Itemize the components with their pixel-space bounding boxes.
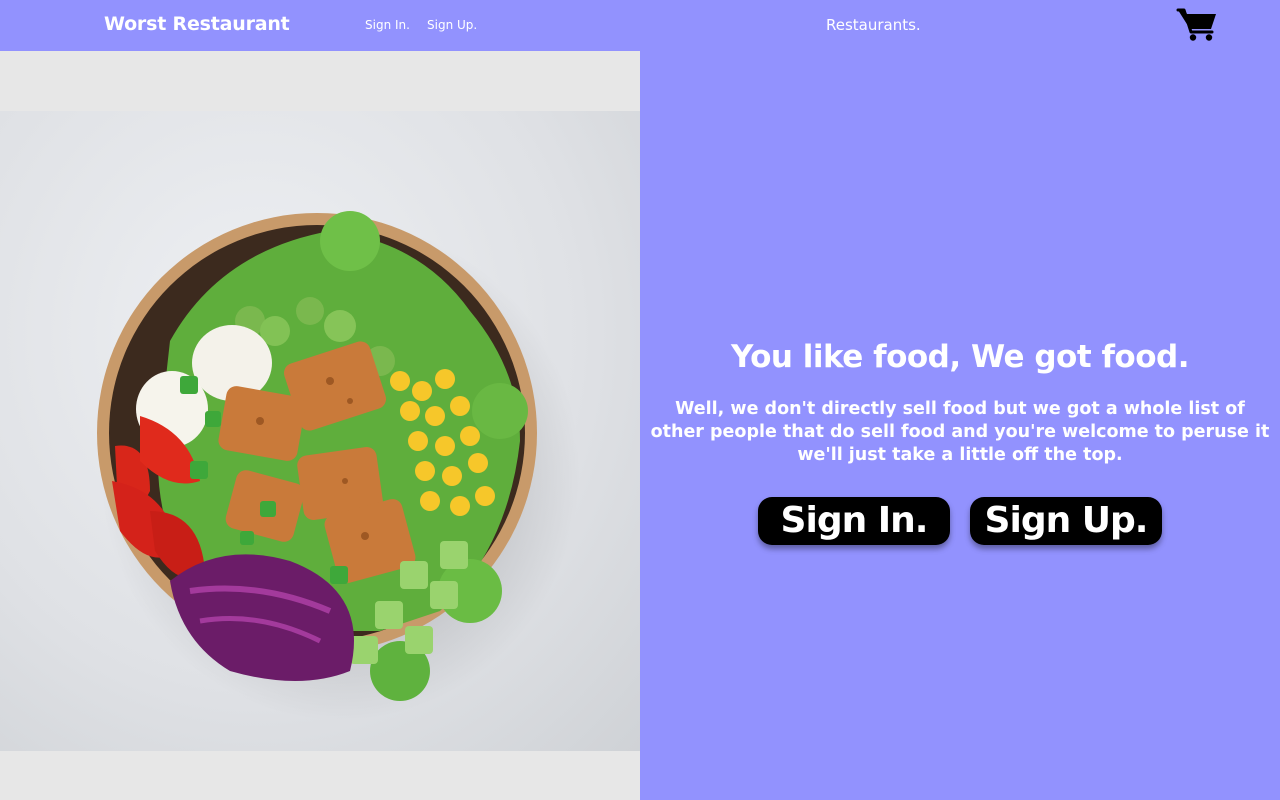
nav-sign-in-link[interactable]: Sign In. (365, 18, 410, 32)
nav-sign-up-link[interactable]: Sign Up. (427, 18, 477, 32)
hero-content-panel: You like food, We got food. Well, we don… (640, 51, 1280, 800)
shopping-cart-icon[interactable] (1176, 7, 1218, 43)
hero-image-panel (0, 51, 640, 800)
sign-in-button[interactable]: Sign In. (758, 497, 950, 545)
nav-restaurants-link[interactable]: Restaurants. (826, 16, 921, 34)
salad-bowl-illustration (97, 211, 580, 721)
hero-headline: You like food, We got food. (730, 339, 1190, 375)
hero-description: Well, we don't directly sell food but we… (650, 399, 1270, 465)
food-bowl-photo (0, 111, 640, 751)
top-navbar: Worst Restaurant Sign In. Sign Up. Resta… (0, 0, 1280, 51)
sign-up-button[interactable]: Sign Up. (970, 497, 1162, 545)
brand-link[interactable]: Worst Restaurant (104, 13, 290, 35)
